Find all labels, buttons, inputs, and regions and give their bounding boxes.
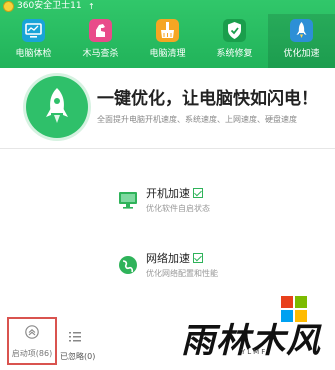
app-logo-icon <box>3 1 14 12</box>
item-name: 开机加速 <box>146 187 190 200</box>
tab-trojan-scan[interactable]: 木马查杀 <box>67 14 134 68</box>
list-item-startup-speedup[interactable]: 开机加速 优化软件自启状态 <box>118 186 278 226</box>
tab-label: 优化加速 <box>283 49 320 59</box>
list-icon <box>69 332 81 342</box>
startup-items-label: 启动项(86) <box>11 349 53 358</box>
title-bar: 360安全卫士11 ↑ <box>0 0 335 14</box>
tab-label: 木马查杀 <box>82 49 119 59</box>
item-description: 优化软件自启状态 <box>146 204 210 213</box>
shield-icon <box>223 19 246 42</box>
chevron-up-circle-icon <box>25 325 39 339</box>
startup-speedup-checkbox[interactable] <box>193 188 203 198</box>
network-speedup-checkbox[interactable] <box>193 253 203 263</box>
startup-items-button[interactable]: 启动项(86) <box>7 317 57 365</box>
tab-system-repair[interactable]: 系统修复 <box>201 14 268 68</box>
windows-logo-icon <box>281 296 307 322</box>
monitor-icon <box>22 19 45 42</box>
item-name: 网络加速 <box>146 252 190 265</box>
upgrade-arrow-icon[interactable]: ↑ <box>88 1 95 12</box>
hero-section: 一键优化，让电脑快如闪电！ 全面提升电脑开机速度、系统速度、上网速度、硬盘速度 <box>0 68 335 149</box>
main-tabs: 电脑体检 木马查杀 电脑清理 系统修复 优化加速 <box>0 14 335 68</box>
tab-computer-checkup[interactable]: 电脑体检 <box>0 14 67 68</box>
broom-icon <box>156 19 179 42</box>
one-click-optimize-button[interactable] <box>26 76 88 138</box>
ignored-items-button[interactable]: 已忽略(0) <box>60 330 100 364</box>
app-title: 360安全卫士11 <box>17 1 82 11</box>
monitor-icon <box>119 192 137 209</box>
hero-subtitle: 全面提升电脑开机速度、系统速度、上网速度、硬盘速度 <box>97 115 297 124</box>
hero-title: 一键优化，让电脑快如闪电！ <box>97 89 318 109</box>
rocket-icon <box>46 88 68 123</box>
tab-label: 电脑体检 <box>15 49 52 59</box>
globe-icon <box>119 256 137 274</box>
top-header: 360安全卫士11 ↑ 电脑体检 木马查杀 电脑清理 系统修复 优化加速 <box>0 0 335 68</box>
horse-icon <box>89 19 112 42</box>
tab-optimize-speedup[interactable]: 优化加速 <box>268 14 335 68</box>
tab-label: 系统修复 <box>216 49 253 59</box>
item-description: 优化网络配置和性能 <box>146 269 218 278</box>
rocket-icon <box>290 19 313 42</box>
tab-label: 电脑清理 <box>149 49 186 59</box>
watermark-subtext: YLMF <box>241 348 268 356</box>
ignored-items-label: 已忽略(0) <box>60 352 96 361</box>
list-item-network-speedup[interactable]: 网络加速 优化网络配置和性能 <box>118 251 278 291</box>
tab-pc-cleanup[interactable]: 电脑清理 <box>134 14 201 68</box>
